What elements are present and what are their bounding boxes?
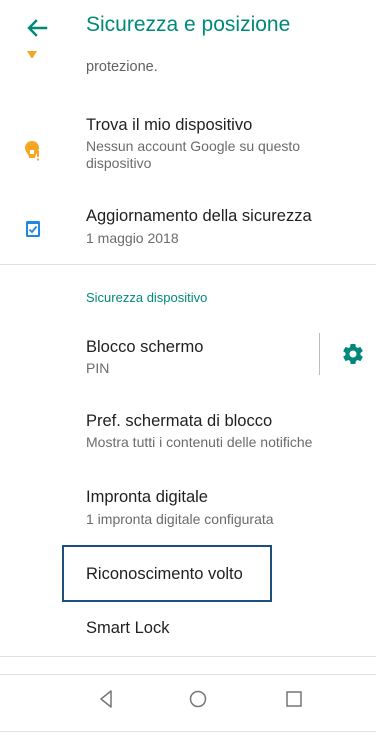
lock-screen-prefs-item[interactable]: Pref. schermata di blocco Mostra tutti i… bbox=[0, 398, 376, 464]
item-subtitle: 1 impronta digitale configurata bbox=[86, 511, 274, 527]
divider bbox=[0, 264, 376, 265]
section-header: Sicurezza dispositivo bbox=[86, 290, 208, 305]
vertical-separator bbox=[319, 333, 320, 375]
item-title: Aggiornamento della sicurezza bbox=[86, 207, 312, 225]
item-subtitle: PIN bbox=[86, 360, 110, 376]
security-update-icon bbox=[24, 219, 42, 241]
navigation-bar bbox=[0, 675, 376, 723]
item-title: Impronta digitale bbox=[86, 488, 208, 506]
bottom-border bbox=[0, 731, 376, 732]
item-title: Blocco schermo bbox=[86, 338, 204, 356]
item-title: Trova il mio dispositivo bbox=[86, 116, 253, 134]
fingerprint-item[interactable]: Impronta digitale 1 impronta digitale co… bbox=[0, 476, 376, 540]
page-title: Sicurezza e posizione bbox=[86, 13, 291, 36]
security-update-item[interactable]: Aggiornamento della sicurezza 1 maggio 2… bbox=[0, 190, 376, 262]
partial-item-subtitle: protezione. bbox=[86, 59, 158, 75]
item-subtitle: 1 maggio 2018 bbox=[86, 230, 179, 246]
gear-icon[interactable] bbox=[341, 342, 365, 366]
recents-square-icon[interactable] bbox=[282, 687, 306, 711]
partial-item-icon bbox=[24, 48, 40, 58]
focus-highlight bbox=[62, 545, 272, 602]
item-subtitle: Nessun account Google su questo disposit… bbox=[86, 138, 301, 171]
home-circle-icon[interactable] bbox=[186, 687, 210, 711]
divider bbox=[0, 656, 376, 657]
item-title: Smart Lock bbox=[86, 619, 170, 637]
item-title: Pref. schermata di blocco bbox=[86, 412, 273, 430]
find-my-device-item[interactable]: Trova il mio dispositivo Nessun account … bbox=[0, 100, 376, 190]
arrow-left-icon[interactable] bbox=[24, 14, 52, 42]
back-triangle-icon[interactable] bbox=[94, 687, 118, 711]
item-subtitle: Mostra tutti i contenuti delle notifiche bbox=[86, 434, 313, 450]
app-bar: Sicurezza e posizione bbox=[0, 0, 376, 56]
find-device-icon bbox=[24, 140, 42, 162]
smart-lock-item[interactable]: Smart Lock bbox=[0, 604, 376, 654]
